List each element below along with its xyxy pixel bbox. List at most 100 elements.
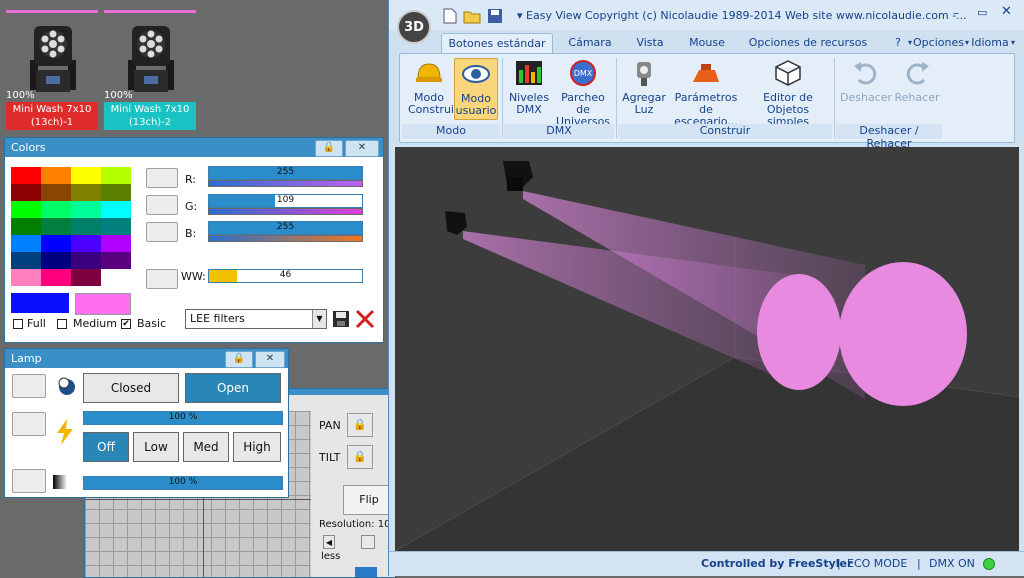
palette-swatch[interactable] xyxy=(41,201,71,218)
palette-swatch[interactable] xyxy=(101,184,131,201)
red-slider[interactable]: 255 xyxy=(208,166,363,180)
save-icon[interactable] xyxy=(332,310,350,328)
resolution-less-button[interactable]: ◀ xyxy=(323,535,335,549)
undo-icon xyxy=(854,62,877,85)
ww-slider[interactable]: 46 xyxy=(208,269,363,283)
modo-usuario-button[interactable]: Modo usuario xyxy=(454,58,498,120)
dimmer-slider[interactable]: 100 % xyxy=(83,411,283,425)
palette-swatch[interactable] xyxy=(71,184,101,201)
palette-swatch[interactable] xyxy=(71,167,101,184)
palette-swatch[interactable] xyxy=(71,252,101,269)
red-preset-button[interactable] xyxy=(146,168,178,188)
palette-swatch[interactable] xyxy=(41,269,71,286)
resolution-slider-thumb[interactable] xyxy=(361,535,375,549)
palette-swatch[interactable] xyxy=(41,252,71,269)
shutter-closed-button[interactable]: Closed xyxy=(83,373,179,403)
lamp-bottom-value: 100 % xyxy=(168,477,198,487)
parcheo-universos-button[interactable]: DMX Parcheo de Universos xyxy=(554,58,612,128)
tab-botones-estandar[interactable]: Botones estándar xyxy=(441,33,553,55)
pin-icon[interactable]: 🔒 xyxy=(315,140,343,157)
status-controlled: Controlled by FreeStyler xyxy=(701,557,853,570)
palette-swatch[interactable] xyxy=(101,218,131,235)
palette-swatch[interactable] xyxy=(71,218,101,235)
palette-swatch[interactable] xyxy=(41,235,71,252)
palette-swatch[interactable] xyxy=(11,201,41,218)
blue-slider[interactable]: 255 xyxy=(208,221,363,235)
tab-mouse[interactable]: Mouse xyxy=(679,33,735,54)
color-palette[interactable] xyxy=(11,167,133,287)
palette-swatch[interactable] xyxy=(101,201,131,218)
niveles-dmx-button[interactable]: Niveles DMX xyxy=(506,58,552,120)
palette-swatch[interactable] xyxy=(101,252,131,269)
pin-icon[interactable]: 🔒 xyxy=(225,351,253,368)
lamp-off-button[interactable]: Off xyxy=(83,432,129,462)
tab-camara[interactable]: Cámara xyxy=(557,33,623,54)
tab-opciones-recursos[interactable]: Opciones de recursos xyxy=(743,33,873,54)
lamp-med-button[interactable]: Med xyxy=(183,432,229,462)
palette-swatch[interactable] xyxy=(11,218,41,235)
dropdown-icon[interactable]: ▾ xyxy=(517,9,526,22)
tilt-lock-icon[interactable]: 🔒 xyxy=(347,445,373,469)
lamp-bottom-slider[interactable]: 100 % xyxy=(83,476,283,490)
medium-checkbox[interactable] xyxy=(57,319,67,329)
opciones-menu[interactable]: Opciones xyxy=(913,33,964,54)
restore-icon[interactable]: ▭ xyxy=(977,6,987,19)
filter-select[interactable]: LEE filters ▼ xyxy=(185,309,327,329)
palette-swatch[interactable] xyxy=(11,167,41,184)
open-folder-icon[interactable] xyxy=(463,8,481,24)
parametros-escenario-button[interactable]: Parámetros de escenario... xyxy=(668,58,744,128)
color-preview-primary[interactable] xyxy=(11,293,69,313)
shutter-preset-button[interactable] xyxy=(12,374,46,398)
palette-swatch[interactable] xyxy=(101,235,131,252)
minimize-icon[interactable]: – xyxy=(953,6,959,20)
basic-checkbox[interactable]: ✔ xyxy=(121,319,131,329)
save-icon[interactable] xyxy=(487,8,503,24)
fixture-1[interactable]: 100% Mini Wash 7x10 (13ch)-1 xyxy=(6,8,98,132)
gradient-preset-button[interactable] xyxy=(12,469,46,493)
close-icon[interactable]: ✕ xyxy=(1001,4,1012,19)
modo-construir-button[interactable]: Modo Construir xyxy=(408,58,459,120)
app-logo[interactable]: 3D xyxy=(397,10,431,44)
dimmer-preset-button[interactable] xyxy=(12,412,46,436)
close-icon[interactable]: ✕ xyxy=(255,351,285,368)
idioma-menu[interactable]: Idioma xyxy=(971,33,1009,54)
palette-swatch[interactable] xyxy=(101,167,131,184)
ww-preset-button[interactable] xyxy=(146,269,178,289)
full-checkbox[interactable] xyxy=(13,319,23,329)
separator xyxy=(616,58,617,138)
palette-swatch[interactable] xyxy=(71,201,101,218)
tab-vista[interactable]: Vista xyxy=(625,33,675,54)
blue-preset-button[interactable] xyxy=(146,222,178,242)
palette-swatch[interactable] xyxy=(41,184,71,201)
pan-lock-icon[interactable]: 🔒 xyxy=(347,413,373,437)
3d-viewport[interactable] xyxy=(395,147,1019,551)
help-menu[interactable]: ? xyxy=(891,33,905,54)
color-preview-secondary[interactable] xyxy=(75,293,131,315)
close-icon[interactable]: ✕ xyxy=(345,140,379,157)
delete-icon[interactable] xyxy=(354,308,376,330)
shutter-open-button[interactable]: Open xyxy=(185,373,281,403)
palette-swatch[interactable] xyxy=(11,269,41,286)
dimmer-value: 100 % xyxy=(168,412,198,422)
palette-swatch[interactable] xyxy=(71,269,101,286)
rehacer-button[interactable]: Rehacer xyxy=(892,58,942,120)
lamp-low-button[interactable]: Low xyxy=(133,432,179,462)
agregar-luz-button[interactable]: Agregar Luz xyxy=(622,58,666,120)
palette-swatch[interactable] xyxy=(71,235,101,252)
chevron-down-icon[interactable]: ▼ xyxy=(312,310,326,328)
green-preset-button[interactable] xyxy=(146,195,178,215)
palette-swatch[interactable] xyxy=(41,218,71,235)
palette-swatch[interactable] xyxy=(101,269,131,286)
window-title: ▾ Easy View Copyright (c) Nicolaudie 198… xyxy=(517,9,967,22)
palette-swatch[interactable] xyxy=(41,167,71,184)
green-slider[interactable]: 109 xyxy=(208,194,363,208)
new-file-icon[interactable] xyxy=(443,8,457,24)
lamp-high-button[interactable]: High xyxy=(233,432,281,462)
parametros-label-1: Parámetros de xyxy=(674,91,738,116)
palette-swatch[interactable] xyxy=(11,235,41,252)
fixture-2[interactable]: 100% Mini Wash 7x10 (13ch)-2 xyxy=(104,8,196,132)
palette-swatch[interactable] xyxy=(11,184,41,201)
palette-swatch[interactable] xyxy=(11,252,41,269)
deshacer-button[interactable]: Deshacer xyxy=(840,58,892,120)
editor-objetos-button[interactable]: Editor de Objetos simples xyxy=(746,58,830,128)
